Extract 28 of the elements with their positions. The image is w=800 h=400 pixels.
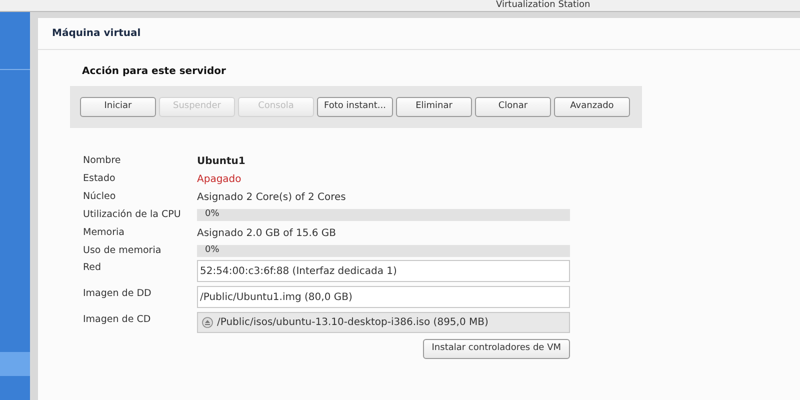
install-drivers-button[interactable]: Instalar controladores de VM bbox=[422, 339, 570, 359]
detail-value: Asignado 2 Core(s) of 2 Cores bbox=[197, 190, 346, 204]
action-button[interactable]: Iniciar bbox=[80, 97, 156, 117]
detail-label: Utilización de la CPU bbox=[83, 208, 182, 222]
detail-label: Red bbox=[83, 261, 102, 275]
input-field[interactable]: 52:54:00:c3:6f:88 (Interfaz dedicada 1) bbox=[197, 260, 570, 282]
eject-icon[interactable] bbox=[202, 317, 213, 328]
detail-label: Memoria bbox=[83, 226, 126, 240]
detail-label: Núcleo bbox=[83, 190, 117, 204]
detail-label: Imagen de CD bbox=[83, 313, 152, 327]
detail-label: Estado bbox=[83, 172, 116, 186]
usage-percent: 0% bbox=[205, 244, 220, 258]
input-field[interactable]: /Public/Ubuntu1.img (80,0 GB) bbox=[197, 286, 570, 308]
action-button[interactable]: Clonar bbox=[475, 97, 551, 117]
section-title: Acción para este servidor bbox=[82, 65, 227, 79]
usage-percent: 0% bbox=[205, 208, 220, 222]
action-button[interactable]: Foto instant... bbox=[317, 97, 393, 117]
status-text: Apagado bbox=[197, 172, 242, 186]
detail-label: Imagen de DD bbox=[83, 287, 152, 301]
vm-name: Ubuntu1 bbox=[197, 154, 246, 168]
action-button[interactable]: Avanzado bbox=[554, 97, 630, 117]
detail-label: Nombre bbox=[83, 154, 122, 168]
detail-value: Asignado 2.0 GB of 15.6 GB bbox=[197, 226, 336, 240]
app-title: Virtualization Station bbox=[496, 0, 590, 11]
input-field[interactable]: /Public/isos/ubuntu-13.10-desktop-i386.iso (895,0 MB) bbox=[197, 312, 570, 333]
panel-title: Máquina virtual bbox=[52, 27, 141, 41]
action-button[interactable]: Eliminar bbox=[396, 97, 472, 117]
detail-label: Uso de memoria bbox=[83, 244, 162, 258]
